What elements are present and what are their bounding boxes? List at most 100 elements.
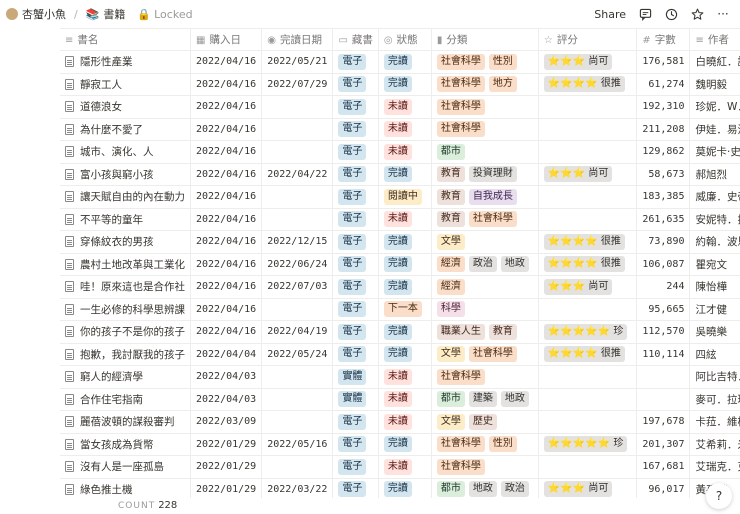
cell-category[interactable]: 科學 bbox=[431, 298, 539, 321]
cell-word-count[interactable]: 176,581 bbox=[636, 50, 691, 74]
cell-author[interactable]: 吳曉樂 bbox=[689, 320, 740, 344]
cell-format[interactable]: 電子 bbox=[332, 410, 379, 434]
cell-author[interactable]: 約翰．波恩John bbox=[689, 230, 740, 254]
cell-finished-date[interactable] bbox=[261, 410, 334, 434]
cell-author[interactable]: 阿比吉特．班納 bbox=[689, 365, 740, 389]
cell-status[interactable]: 完讀 bbox=[378, 230, 432, 254]
cell-word-count[interactable]: 129,862 bbox=[636, 140, 691, 164]
cell-rating[interactable] bbox=[538, 140, 638, 164]
cell-status[interactable]: 未讀 bbox=[378, 140, 432, 164]
cell-author[interactable]: 瞿宛文 bbox=[689, 253, 740, 276]
column-header-1[interactable]: ▦ 購入日 bbox=[190, 28, 263, 51]
cell-category[interactable]: 經濟 bbox=[431, 275, 539, 299]
cell-status[interactable]: 未讀 bbox=[378, 118, 432, 141]
cell-title[interactable]: 讓天賦自由的內在動力 bbox=[60, 185, 191, 209]
cell-format[interactable]: 電子 bbox=[332, 163, 379, 186]
cell-bought-date[interactable]: 2022/01/29 bbox=[190, 478, 263, 498]
cell-word-count[interactable]: 197,678 bbox=[636, 410, 691, 434]
cell-category[interactable]: 社會科學 性別 bbox=[431, 50, 539, 74]
cell-word-count[interactable]: 183,385 bbox=[636, 185, 691, 209]
cell-bought-date[interactable]: 2022/04/16 bbox=[190, 140, 263, 164]
cell-title[interactable]: 綠色推土機 bbox=[60, 478, 191, 498]
cell-author[interactable]: 艾瑞克．克林南 bbox=[689, 455, 740, 479]
cell-word-count[interactable] bbox=[636, 365, 691, 389]
cell-finished-date[interactable] bbox=[261, 298, 334, 321]
cell-status[interactable]: 閱讀中 bbox=[378, 185, 432, 209]
cell-bought-date[interactable]: 2022/01/29 bbox=[190, 455, 263, 479]
cell-author[interactable]: 伊娃．易洛斯 bbox=[689, 118, 740, 141]
cell-status[interactable]: 完讀 bbox=[378, 253, 432, 276]
table-row[interactable]: 哇！原來這也是合作社 2022/04/16 2022/07/03 電子 完讀 經濟 ⭐⭐⭐ … bbox=[60, 275, 740, 299]
cell-format[interactable]: 實體 bbox=[332, 388, 379, 411]
cell-bought-date[interactable]: 2022/04/16 bbox=[190, 320, 263, 344]
table-row[interactable]: 不平等的童年 2022/04/16 電子未讀 教育社會科學 261,635安妮特．拉蘿 bbox=[60, 208, 740, 231]
cell-rating[interactable]: ⭐⭐⭐⭐⭐ 珍 bbox=[538, 320, 638, 344]
cell-finished-date[interactable]: 2022/04/22 bbox=[261, 163, 334, 186]
cell-author[interactable]: 魏明毅 bbox=[689, 73, 740, 96]
cell-status[interactable]: 完讀 bbox=[378, 73, 432, 96]
cell-author[interactable]: 陳怡樺 bbox=[689, 275, 740, 299]
history-clock-icon[interactable] bbox=[664, 7, 678, 21]
cell-category[interactable]: 教育 投資理財 bbox=[431, 163, 539, 186]
cell-author[interactable]: 珍妮．W．哈迪 bbox=[689, 95, 740, 119]
cell-rating[interactable]: ⭐⭐⭐ 尚可 bbox=[538, 163, 638, 186]
cell-bought-date[interactable]: 2022/03/09 bbox=[190, 410, 263, 434]
cell-title[interactable]: 富小孩與窮小孩 bbox=[60, 163, 191, 186]
cell-format[interactable]: 電子 bbox=[332, 320, 379, 344]
cell-title[interactable]: 窮人的經濟學 bbox=[60, 365, 191, 389]
table-row[interactable]: 富小孩與窮小孩 2022/04/16 2022/04/22 電子 完讀 教育 投資理財 ⭐⭐⭐… bbox=[60, 163, 740, 186]
cell-author[interactable]: 威廉．史帝爾 bbox=[689, 185, 740, 209]
column-header-6[interactable]: ☆ 評分 bbox=[538, 28, 638, 51]
cell-author[interactable]: 卡菈．維柏森 bbox=[689, 410, 740, 434]
table-row[interactable]: 靜寂工人 2022/04/16 2022/07/29 電子 完讀 社會科學 地方 ⭐⭐⭐⭐ 很… bbox=[60, 73, 740, 96]
cell-title[interactable]: 沒有人是一座孤島 bbox=[60, 455, 191, 479]
cell-author[interactable]: 麥可．拉瑪德McC bbox=[689, 388, 740, 411]
column-header-3[interactable]: ▭ 藏書 bbox=[332, 28, 379, 51]
cell-finished-date[interactable]: 2022/05/24 bbox=[261, 343, 334, 366]
cell-bought-date[interactable]: 2022/04/16 bbox=[190, 275, 263, 299]
cell-rating[interactable]: ⭐⭐⭐⭐ 很推 bbox=[538, 73, 638, 96]
breadcrumb-page[interactable]: 書籍 bbox=[103, 6, 125, 22]
cell-category[interactable]: 都市 bbox=[431, 140, 539, 164]
table-row[interactable]: 一生必修的科學思辨課 2022/04/16 電子 下一本 科學 95,665 江才健 bbox=[60, 298, 740, 321]
cell-title[interactable]: 道德浪女 bbox=[60, 95, 191, 119]
cell-finished-date[interactable]: 2022/07/03 bbox=[261, 275, 334, 299]
cell-category[interactable]: 文學 bbox=[431, 230, 539, 254]
cell-title[interactable]: 不平等的童年 bbox=[60, 208, 191, 231]
table-row[interactable]: 隱形性產業 2022/04/16 2022/05/21 電子 完讀 社會科學 性別 ⭐⭐⭐ 尚… bbox=[60, 50, 740, 74]
cell-author[interactable]: 江才健 bbox=[689, 298, 740, 321]
cell-bought-date[interactable]: 2022/04/03 bbox=[190, 365, 263, 389]
cell-word-count[interactable] bbox=[636, 388, 691, 411]
cell-finished-date[interactable] bbox=[261, 118, 334, 141]
cell-category[interactable]: 都市 地政 政治 bbox=[431, 478, 539, 498]
cell-rating[interactable] bbox=[538, 410, 638, 434]
cell-format[interactable]: 電子 bbox=[332, 253, 379, 276]
cell-bought-date[interactable]: 2022/04/16 bbox=[190, 118, 263, 141]
cell-category[interactable]: 職業人生 教育 bbox=[431, 320, 539, 344]
cell-word-count[interactable]: 96,017 bbox=[636, 478, 691, 498]
cell-word-count[interactable]: 95,665 bbox=[636, 298, 691, 321]
cell-format[interactable]: 電子 bbox=[332, 118, 379, 141]
cell-rating[interactable]: ⭐⭐⭐ 尚可 bbox=[538, 50, 638, 74]
table-row[interactable]: 農村土地改革與工業化 2022/04/16 2022/06/24 電子 完讀 經濟 政治 地政… bbox=[60, 253, 740, 276]
cell-status[interactable]: 未讀 bbox=[378, 455, 432, 479]
cell-word-count[interactable]: 192,310 bbox=[636, 95, 691, 119]
cell-rating[interactable]: ⭐⭐⭐ 尚可 bbox=[538, 275, 638, 299]
cell-word-count[interactable]: 211,208 bbox=[636, 118, 691, 141]
cell-format[interactable]: 電子 bbox=[332, 455, 379, 479]
help-button[interactable]: ? bbox=[706, 483, 732, 509]
cell-word-count[interactable]: 167,681 bbox=[636, 455, 691, 479]
cell-status[interactable]: 未讀 bbox=[378, 95, 432, 119]
cell-finished-date[interactable]: 2022/05/16 bbox=[261, 433, 334, 456]
cell-finished-date[interactable] bbox=[261, 388, 334, 411]
cell-author[interactable]: 安妮特．拉蘿 bbox=[689, 208, 740, 231]
cell-author[interactable]: 艾希莉．米爾斯 bbox=[689, 433, 740, 456]
cell-category[interactable]: 文學 歷史 bbox=[431, 410, 539, 434]
cell-status[interactable]: 完讀 bbox=[378, 478, 432, 498]
table-row[interactable]: 你的孩子不是你的孩子 2022/04/16 2022/04/19 電子 完讀 職業人生 教育… bbox=[60, 320, 740, 344]
cell-rating[interactable] bbox=[538, 388, 638, 411]
share-button[interactable]: Share bbox=[594, 8, 626, 21]
cell-status[interactable]: 完讀 bbox=[378, 50, 432, 74]
cell-word-count[interactable]: 110,114 bbox=[636, 343, 691, 366]
cell-status[interactable]: 完讀 bbox=[378, 433, 432, 456]
